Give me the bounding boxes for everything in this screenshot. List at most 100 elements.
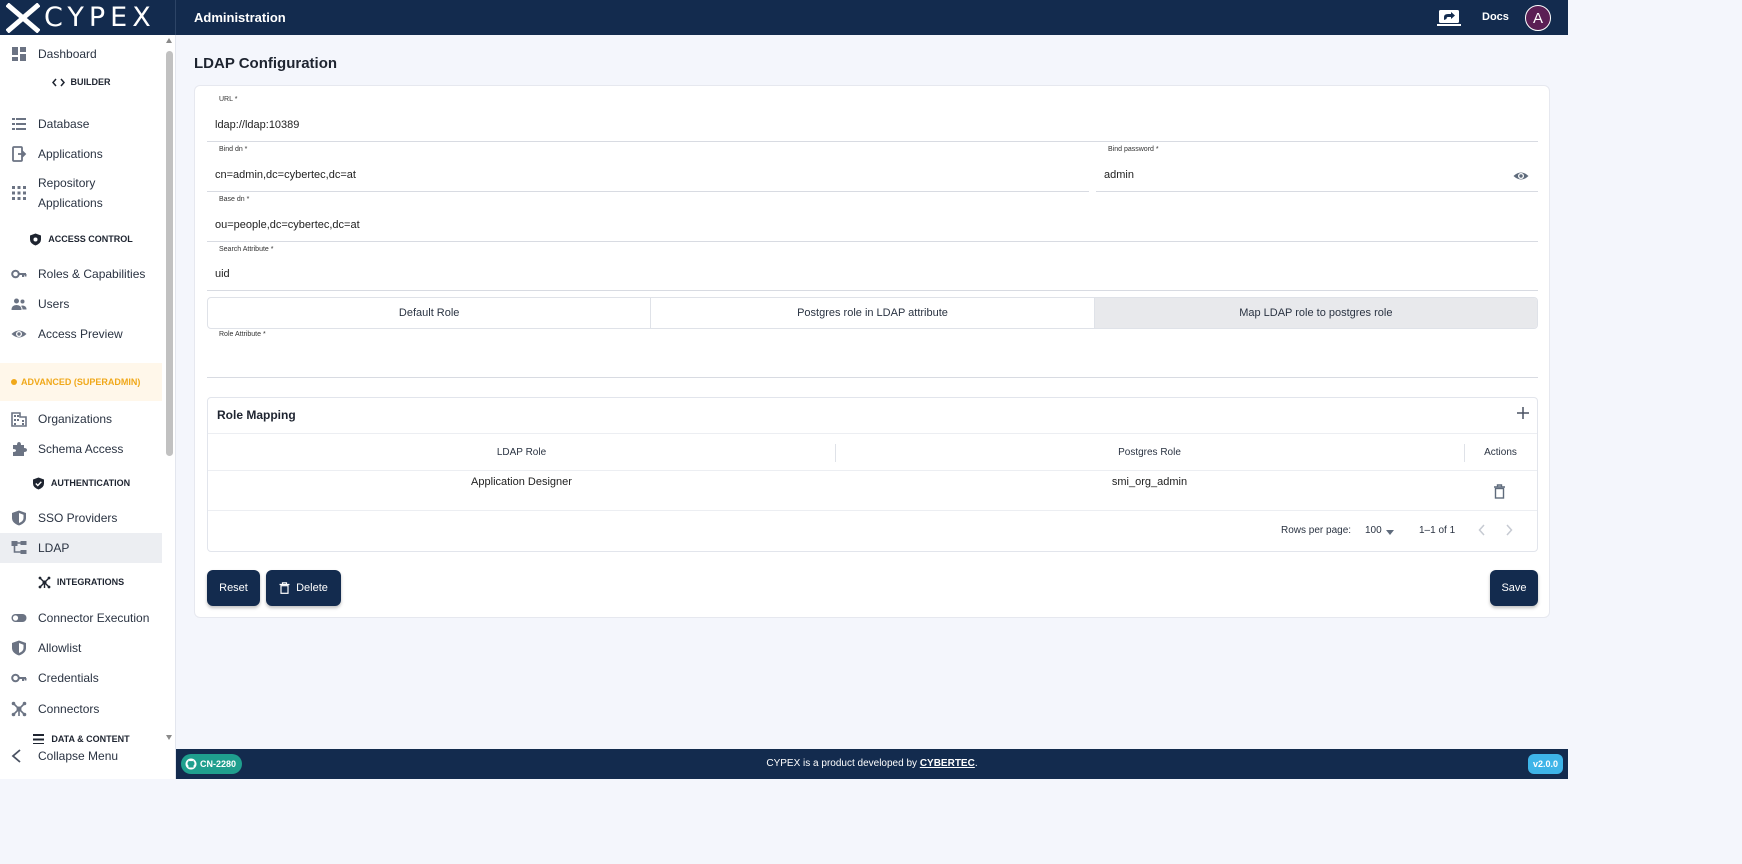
puzzle-icon <box>13 442 27 456</box>
sidebar-scrollbar[interactable] <box>164 35 175 744</box>
sidebar-item-access-preview[interactable]: Access Preview <box>0 323 162 345</box>
credit-prefix: CYPEX is a product developed by <box>766 758 918 769</box>
add-icon[interactable] <box>1516 406 1530 420</box>
sidebar-item-organizations[interactable]: Organizations <box>0 408 162 430</box>
sidebar-item-ldap[interactable]: LDAP <box>0 533 162 563</box>
sidebar-item-label: SSO Providers <box>38 511 118 525</box>
sidebar-item-credentials[interactable]: Credentials <box>0 667 162 689</box>
base-dn-label: Base dn * <box>219 196 250 203</box>
url-label: URL * <box>219 96 238 103</box>
sidebar-item-roles[interactable]: Roles & Capabilities <box>0 263 162 285</box>
cypex-logo-icon <box>6 2 40 33</box>
section-authentication: AUTHENTICATION <box>0 473 162 493</box>
column-header-actions: Actions <box>1484 446 1517 458</box>
sidebar-item-label: Users <box>38 297 70 311</box>
reset-button-label: Reset <box>219 582 248 594</box>
dropdown-arrow-icon[interactable] <box>1386 530 1394 535</box>
section-advanced-superadmin: ADVANCED (SUPERADMIN) <box>0 363 162 401</box>
share-screen-icon[interactable] <box>1437 9 1461 27</box>
sidebar-item-connector-execution[interactable]: Connector Execution <box>0 607 162 629</box>
credit-suffix: . <box>974 758 978 769</box>
rows-per-page-select[interactable]: 100 <box>1365 525 1382 536</box>
delete-row-icon[interactable] <box>1493 484 1506 499</box>
sidebar-item-label: Applications <box>38 147 103 161</box>
search-attribute-value: uid <box>215 268 230 280</box>
key-icon <box>11 269 27 279</box>
sidebar-item-label: Access Preview <box>38 327 123 341</box>
logo-text: CYPEX <box>44 2 156 33</box>
dot-icon <box>11 379 17 385</box>
top-bar: CYPEX Administration Docs A <box>0 0 1568 35</box>
sidebar-item-applications[interactable]: Applications <box>0 143 162 165</box>
role-attribute-field[interactable]: Role Attribute * <box>207 323 1538 378</box>
bind-dn-value: cn=admin,dc=cybertec,dc=at <box>215 169 356 181</box>
collapse-menu-label: Collapse Menu <box>38 749 119 763</box>
sidebar-item-label: Database <box>38 117 90 131</box>
column-header-postgres-role[interactable]: Postgres Role <box>835 434 1464 470</box>
next-page-icon[interactable] <box>1505 524 1513 536</box>
sidebar-item-label: Organizations <box>38 412 113 426</box>
sidebar-item-sso-providers[interactable]: SSO Providers <box>0 507 162 529</box>
sidebar-item-label: Allowlist <box>38 641 82 655</box>
role-mapping-card: Role Mapping LDAP Role Postgres Role Act… <box>207 397 1538 552</box>
scrollbar-thumb[interactable] <box>166 51 173 456</box>
apps-grid-icon <box>12 186 26 200</box>
users-icon <box>11 298 27 310</box>
page-title: LDAP Configuration <box>194 55 338 72</box>
hub-icon <box>38 576 51 588</box>
previous-page-icon[interactable] <box>1478 524 1486 536</box>
delete-button-label: Delete <box>296 582 328 594</box>
building-icon <box>11 412 27 427</box>
sidebar-scroll-area: Dashboard BUILDER Database Applications … <box>0 35 174 744</box>
footer-credit: CYPEX is a product developed by CYBERTEC… <box>176 758 1568 769</box>
table-header: LDAP Role Postgres Role Actions <box>208 433 1537 471</box>
section-label: ADVANCED (SUPERADMIN) <box>21 377 141 387</box>
search-attribute-label: Search Attribute * <box>219 246 274 253</box>
sidebar: Dashboard BUILDER Database Applications … <box>0 35 176 779</box>
page-section-title: Administration <box>194 10 286 25</box>
sidebar-item-connectors[interactable]: Connectors <box>0 698 162 720</box>
sidebar-item-allowlist[interactable]: Allowlist <box>0 637 162 659</box>
base-dn-field[interactable]: Base dn * ou=people,dc=cybertec,dc=at <box>207 188 1538 242</box>
app-enter-icon <box>12 146 27 162</box>
section-builder: BUILDER <box>0 72 162 92</box>
save-button[interactable]: Save <box>1490 570 1538 606</box>
url-value: ldap://ldap:10389 <box>215 119 300 131</box>
sidebar-item-label: Repository Applications <box>38 173 103 213</box>
cell-ldap-role: Application Designer <box>471 476 572 488</box>
section-label: INTEGRATIONS <box>56 577 125 587</box>
cybertec-link[interactable]: CYBERTEC <box>920 758 975 769</box>
sidebar-item-label: Dashboard <box>38 47 97 61</box>
sidebar-item-dashboard[interactable]: Dashboard <box>0 43 162 65</box>
collapse-menu-button[interactable]: Collapse Menu <box>0 745 162 767</box>
sidebar-item-database[interactable]: Database <box>0 113 162 135</box>
code-icon <box>51 78 65 86</box>
url-field[interactable]: URL * ldap://ldap:10389 <box>207 88 1538 142</box>
app-root: CYPEX Administration Docs A Dashboard BU… <box>0 0 1742 864</box>
bind-dn-field[interactable]: Bind dn * cn=admin,dc=cybertec,dc=at <box>207 138 1089 192</box>
tree-structure-icon <box>11 541 27 554</box>
sidebar-item-users[interactable]: Users <box>0 293 162 315</box>
reset-button[interactable]: Reset <box>207 570 260 606</box>
dashboard-icon <box>12 47 26 61</box>
eye-icon[interactable] <box>1513 170 1529 182</box>
scroll-up-arrow[interactable] <box>166 38 172 43</box>
shield-icon <box>12 640 26 656</box>
bind-dn-label: Bind dn * <box>219 146 248 153</box>
sidebar-item-repository-applications[interactable]: Repository Applications <box>0 173 162 213</box>
sidebar-item-label: Roles & Capabilities <box>38 267 146 281</box>
column-header-ldap-role[interactable]: LDAP Role <box>208 434 835 470</box>
sidebar-item-schema-access[interactable]: Schema Access <box>0 438 162 460</box>
sidebar-item-label: Credentials <box>38 671 99 685</box>
section-label: AUTHENTICATION <box>50 478 131 488</box>
shield-check-icon <box>32 477 44 489</box>
user-avatar[interactable]: A <box>1525 5 1551 31</box>
role-attribute-label: Role Attribute * <box>219 331 266 338</box>
search-attribute-field[interactable]: Search Attribute * uid <box>207 238 1538 291</box>
logo[interactable]: CYPEX <box>0 0 176 35</box>
bind-password-field[interactable]: Bind password * admin <box>1096 138 1538 192</box>
delete-button[interactable]: Delete <box>266 570 341 606</box>
scroll-down-arrow[interactable] <box>166 735 172 740</box>
section-label: DATA & CONTENT <box>51 734 130 744</box>
docs-link[interactable]: Docs <box>1482 11 1509 23</box>
